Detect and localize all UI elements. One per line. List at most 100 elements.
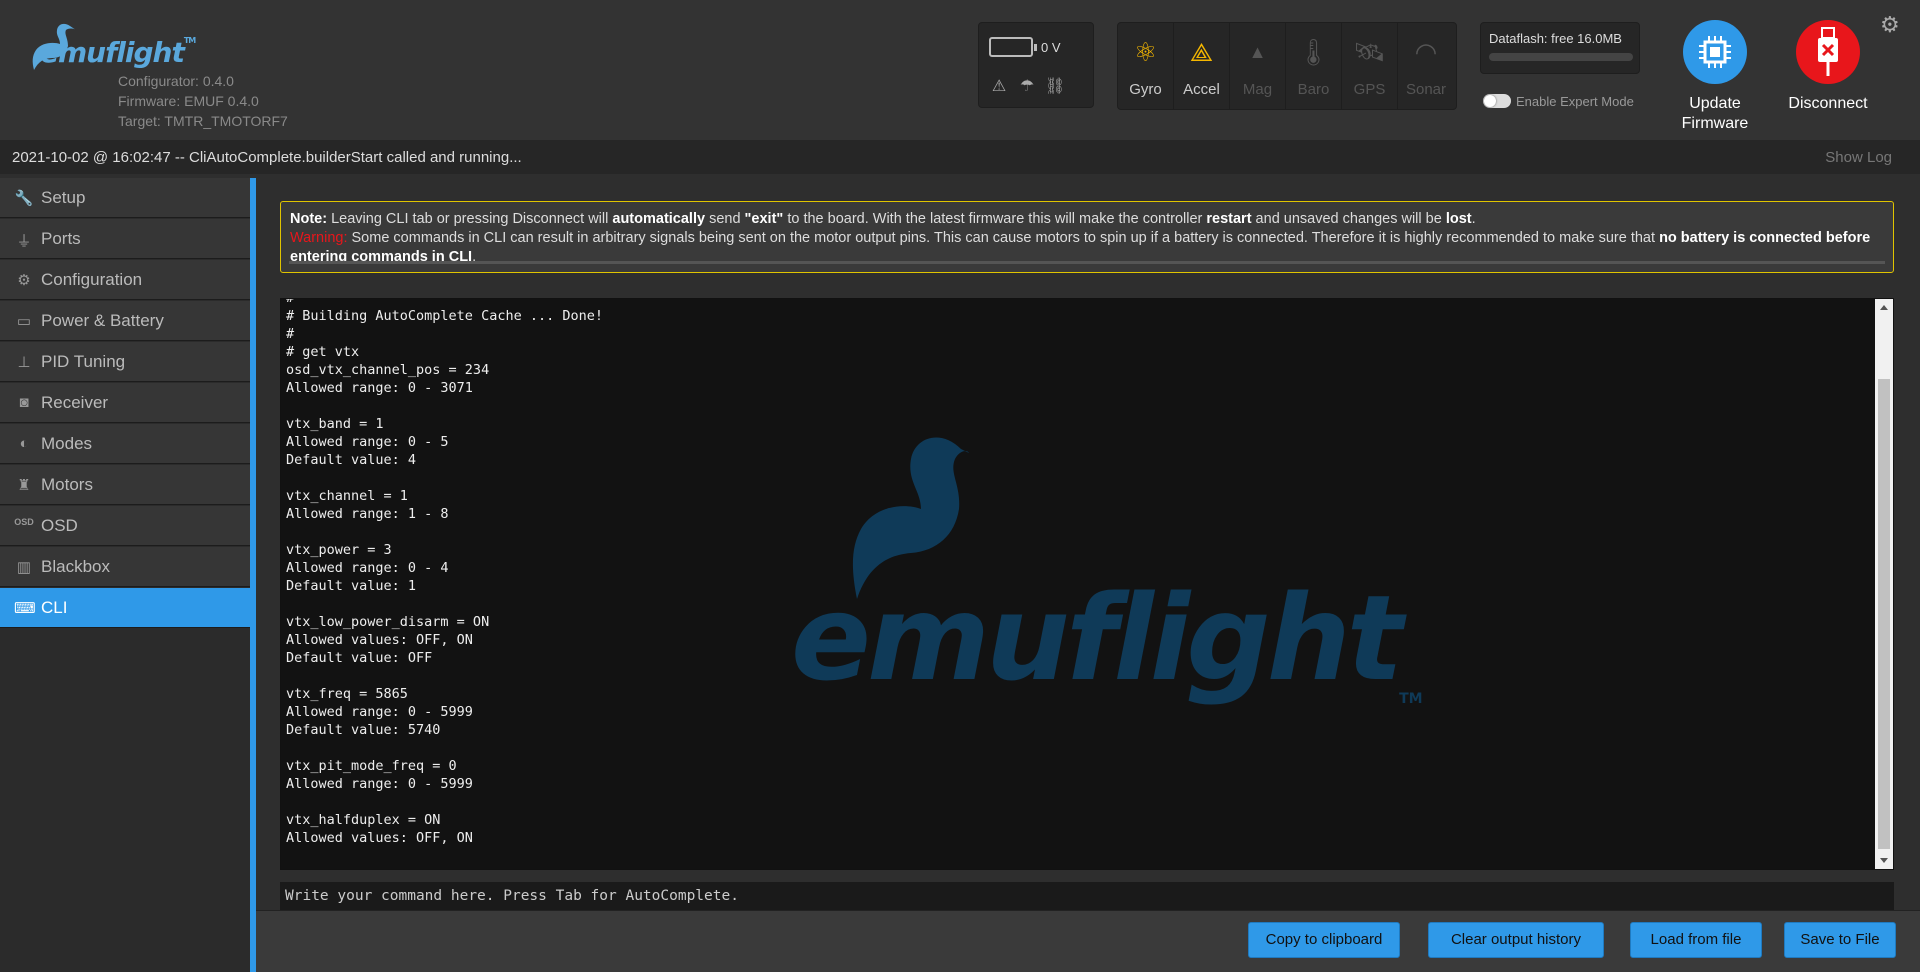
scroll-down-arrow-icon[interactable] <box>1880 858 1888 863</box>
terminal-icon: ⌨ <box>14 600 36 617</box>
battery-icon: ▭ <box>16 313 32 330</box>
log-message: 2021-10-02 @ 16:02:47 -- CliAutoComplete… <box>12 149 522 166</box>
cli-output-line: vtx_freq = 5865 <box>286 686 408 702</box>
disconnect-label: Disconnect <box>1788 95 1868 112</box>
cli-output: emuflightTM # # Building AutoComplete Cac… <box>280 298 1894 870</box>
cli-output-line <box>286 397 603 415</box>
cli-output-line: Allowed range: 0 - 3071 <box>286 380 473 396</box>
battery-icon <box>989 37 1037 57</box>
cli-output-line: Default value: 5740 <box>286 722 441 738</box>
cli-output-line: Default value: 4 <box>286 452 417 468</box>
update-firmware-button[interactable]: Update Firmware <box>1660 20 1770 134</box>
cli-note-box: Note: Leaving CLI tab or pressing Discon… <box>280 201 1894 273</box>
cli-output-line: # <box>286 326 295 342</box>
sensor-accel: ⟁ Accel <box>1174 23 1230 109</box>
cli-output-line: vtx_low_power_disarm = ON <box>286 614 490 630</box>
cli-output-line: vtx_pit_mode_freq = 0 <box>286 758 457 774</box>
cli-output-line: vtx_channel = 1 <box>286 488 408 504</box>
clear-output-history-button[interactable]: Clear output history <box>1428 922 1604 958</box>
note-scrollbar[interactable] <box>289 261 1885 264</box>
sensor-mag: ▲ Mag <box>1230 23 1286 109</box>
accel-icon: ⟁ <box>1189 37 1214 67</box>
sidebar-item-power-battery[interactable]: ▭ Power & Battery <box>0 301 250 341</box>
battery-status: 0 V ⚠ ☂ ⛓ <box>978 22 1094 108</box>
robot-icon: ◙ <box>19 394 29 411</box>
save-to-file-button[interactable]: Save to File <box>1784 922 1896 958</box>
cli-command-input[interactable] <box>280 882 1894 910</box>
cli-output-line: Allowed range: 0 - 4 <box>286 560 449 576</box>
configurator-version: Configurator: 0.4.0 <box>118 73 234 89</box>
parachute-icon: ☂ <box>1019 78 1035 95</box>
sidebar-item-receiver[interactable]: ◙ Receiver <box>0 383 250 423</box>
sidebar-item-osd[interactable]: OSD OSD <box>0 506 250 546</box>
chip-icon <box>1683 20 1747 84</box>
log-bar: 2021-10-02 @ 16:02:47 -- CliAutoComplete… <box>0 140 1920 174</box>
osd-icon: OSD <box>14 517 34 527</box>
sensor-gyro: ⚛ Gyro <box>1118 23 1174 109</box>
update-firmware-label: Update Firmware <box>1681 95 1749 132</box>
warning-icon: ⚠ <box>991 78 1007 95</box>
note-text: Note: Leaving CLI tab or pressing Discon… <box>290 211 1476 227</box>
gyro-icon: ⚛ <box>1133 37 1158 67</box>
cli-output-line: Default value: OFF <box>286 650 433 666</box>
settings-gear-icon[interactable]: ⚙ <box>1880 12 1900 38</box>
sensor-status: ⚛ Gyro ⟁ Accel ▲ Mag 🌡 Baro 🛰 GPS ◠ Sona… <box>1117 22 1457 110</box>
sidebar-item-pid-tuning[interactable]: ⊥ PID Tuning <box>0 342 250 382</box>
baro-icon: 🌡 <box>1296 37 1330 67</box>
gps-icon: 🛰 <box>1352 37 1386 67</box>
cli-output-line: vtx_power = 3 <box>286 542 392 558</box>
sidebar-item-setup[interactable]: 🔧 Setup <box>0 178 250 218</box>
sidebar-item-blackbox[interactable]: ▥ Blackbox <box>0 547 250 587</box>
show-log-link[interactable]: Show Log <box>1825 149 1892 166</box>
cli-output-line <box>286 739 603 757</box>
wrench-icon: 🔧 <box>14 190 34 207</box>
copy-to-clipboard-button[interactable]: Copy to clipboard <box>1248 922 1400 958</box>
cli-output-scrollbar[interactable] <box>1875 299 1893 869</box>
motor-icon: ♜ <box>17 477 31 494</box>
header: emuflightTM Configurator: 0.4.0 Firmware… <box>0 0 1920 140</box>
sidebar-item-configuration[interactable]: ⚙ Configuration <box>0 260 250 300</box>
sidebar-item-modes[interactable]: ◐ Modes <box>0 424 250 464</box>
cli-output-line: # Building AutoComplete Cache ... Done! <box>286 308 603 324</box>
sonar-icon: ◠ <box>1414 37 1438 67</box>
usb-disconnect-icon <box>1796 20 1860 84</box>
cli-output-line: # <box>286 298 295 306</box>
cli-output-line: # get vtx <box>286 344 360 360</box>
dataflash-label: Dataflash: free 16.0MB <box>1489 31 1622 46</box>
toggle-icon: ◐ <box>19 435 29 452</box>
sensor-gps: 🛰 GPS <box>1342 23 1398 109</box>
expert-mode-toggle[interactable] <box>1483 94 1511 108</box>
blackbox-icon: ▥ <box>16 559 32 576</box>
cli-output-line <box>286 667 603 685</box>
firmware-version: Firmware: EMUF 0.4.0 <box>118 93 259 109</box>
sidebar-item-cli[interactable]: ⌨ CLI <box>0 588 250 628</box>
logo-wordmark: emuflightTM <box>40 36 196 69</box>
expert-mode-label: Enable Expert Mode <box>1516 94 1634 109</box>
cli-output-line: Allowed values: OFF, ON <box>286 632 473 648</box>
gear-icon: ⚙ <box>17 272 31 289</box>
cli-output-line <box>286 523 603 541</box>
target-board: Target: TMTR_TMOTORF7 <box>118 113 288 129</box>
sidebar-item-ports[interactable]: ⏚ Ports <box>0 219 250 259</box>
cli-output-line: Default value: 1 <box>286 578 417 594</box>
load-from-file-button[interactable]: Load from file <box>1630 922 1762 958</box>
sidebar: 🔧 Setup ⏚ Ports ⚙ Configuration ▭ Power … <box>0 178 250 972</box>
cli-output-line: osd_vtx_channel_pos = 234 <box>286 362 490 378</box>
cli-output-line: Allowed range: 0 - 5 <box>286 434 449 450</box>
cli-output-line <box>286 595 603 613</box>
sitemap-icon: ⊥ <box>17 354 31 371</box>
cli-output-line: vtx_band = 1 <box>286 416 384 432</box>
scroll-up-arrow-icon[interactable] <box>1880 305 1888 310</box>
battery-voltage: 0 V <box>1041 40 1061 55</box>
dataflash-status: Dataflash: free 16.0MB <box>1480 22 1640 74</box>
cli-output-line: Allowed range: 0 - 5999 <box>286 704 473 720</box>
sensor-sonar: ◠ Sonar <box>1398 23 1454 109</box>
cli-output-line: Allowed range: 0 - 5999 <box>286 776 473 792</box>
scrollbar-thumb[interactable] <box>1878 379 1890 849</box>
plug-icon: ⏚ <box>16 233 32 250</box>
mag-icon: ▲ <box>1248 42 1267 62</box>
cli-output-line: Allowed values: OFF, ON <box>286 830 473 846</box>
disconnect-button[interactable]: Disconnect <box>1773 20 1883 114</box>
sidebar-item-motors[interactable]: ♜ Motors <box>0 465 250 505</box>
dataflash-usage-bar <box>1489 53 1633 61</box>
